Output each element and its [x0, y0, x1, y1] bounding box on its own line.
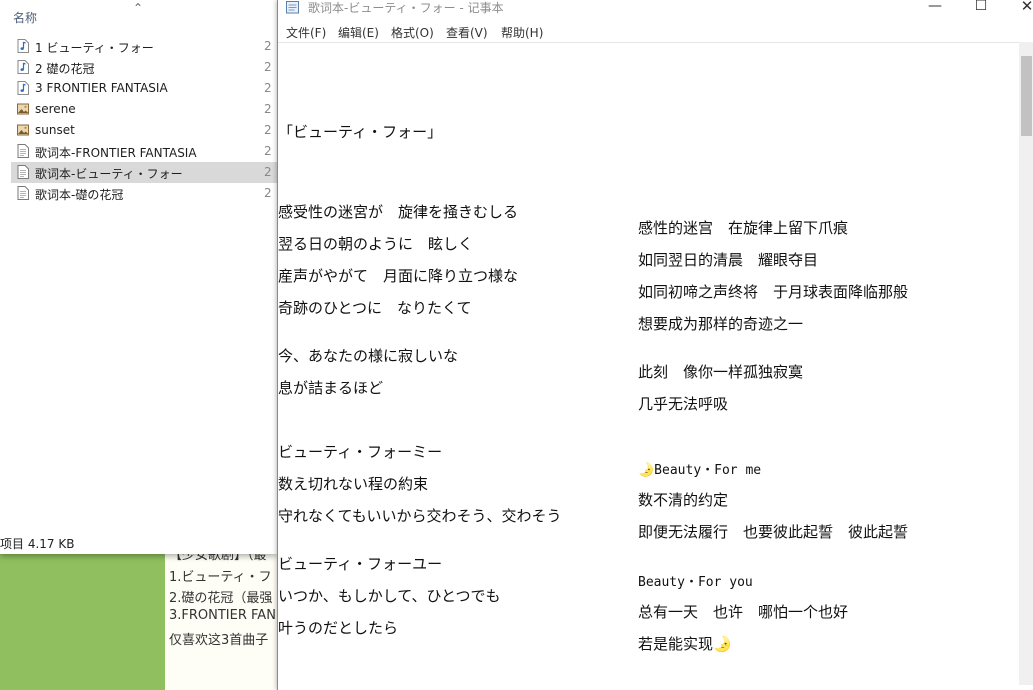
menu-edit[interactable]: 编辑(E): [338, 24, 379, 41]
chinese-lyric-line: 感性的迷宫 在旋律上留下爪痕: [638, 219, 849, 237]
background-doc-line: 3.FRONTIER FAN: [169, 608, 276, 623]
file-name: 2 礎の花冠: [35, 62, 95, 76]
chinese-lyric-line: 如同翌日的清晨 耀眼夺目: [638, 251, 819, 269]
file-name: 1 ビューティ・フォー: [35, 41, 154, 55]
chinese-lyric-line: 即便无法履行 也要彼此起誓 彼此起誓: [638, 523, 909, 541]
file-item[interactable]: 1 ビューティ・フォー: [11, 36, 277, 57]
status-bar: 项目 4.17 KB: [0, 537, 75, 551]
notepad-window: 歌词本-ビューティ・フォー - 记事本 — ☐ ✕ 文件(F) 编辑(E) 格式…: [277, 0, 1033, 690]
image-file-icon: [17, 103, 29, 115]
music-file-icon: [17, 81, 29, 95]
menu-view[interactable]: 查看(V): [446, 24, 488, 41]
truncated-column-value: 2: [264, 81, 272, 95]
file-name: 3 FRONTIER FANTASIA: [35, 81, 168, 95]
truncated-column-value: 2: [264, 39, 272, 53]
japanese-lyric-line: 翌る日の朝のように 眩しく: [278, 235, 474, 253]
scrollbar-thumb[interactable]: [1021, 56, 1032, 136]
file-item[interactable]: 歌词本-FRONTIER FANTASIA: [11, 141, 277, 162]
file-item[interactable]: sunset: [11, 120, 277, 141]
column-header[interactable]: 名称 ⌃: [0, 0, 277, 34]
file-name: 歌词本-FRONTIER FANTASIA: [35, 146, 197, 160]
japanese-lyric-line: 産声がやがて 月面に降り立つ様な: [278, 267, 519, 285]
chinese-lyric-line: 几乎无法呼吸: [638, 395, 729, 413]
sort-ascending-icon: ⌃: [133, 1, 144, 15]
japanese-lyric-line: 叶うのだとしたら: [278, 619, 399, 637]
japanese-lyric-line: いつか、もしかして、ひとつでも: [278, 587, 501, 605]
text-file-icon: [17, 165, 29, 179]
file-name: sunset: [35, 123, 75, 137]
truncated-column-value: 2: [264, 165, 272, 179]
japanese-lyric-line: 奇跡のひとつに なりたくて: [278, 299, 472, 317]
file-name: 歌词本-ビューティ・フォー: [35, 167, 183, 181]
background-document: 【少女歌剧】（最 1.ビューティ・フ 2.礎の花冠（最强 3.FRONTIER …: [165, 554, 278, 690]
desktop-background: [0, 554, 165, 690]
background-doc-line: 2.礎の花冠（最强: [169, 591, 273, 606]
close-button[interactable]: ✕: [1004, 0, 1033, 14]
chinese-lyric-line: 如同初啼之声终将 于月球表面降临那般: [638, 283, 909, 301]
chinese-lyric-line: Beauty・For you: [638, 575, 753, 590]
text-editor-area[interactable]: 「ビューティ・フォー」 感受性の迷宮が 旋律を掻きむしる 翌る日の朝のように 眩…: [278, 42, 1019, 686]
menu-help[interactable]: 帮助(H): [501, 24, 543, 41]
file-item[interactable]: 3 FRONTIER FANTASIA: [11, 78, 277, 99]
minimize-button[interactable]: —: [912, 0, 958, 14]
background-doc-line: 【少女歌剧】（最: [169, 554, 267, 563]
music-file-icon: [17, 60, 29, 74]
truncated-column-value: 2: [264, 144, 272, 158]
truncated-column-value: 2: [264, 186, 272, 200]
japanese-lyric-line: ビューティ・フォーユー: [278, 555, 443, 573]
japanese-lyric-line: 数え切れない程の約束: [278, 475, 429, 493]
song-title: 「ビューティ・フォー」: [278, 123, 443, 141]
text-file-icon: [17, 144, 29, 158]
menu-file[interactable]: 文件(F): [286, 24, 326, 41]
maximize-button[interactable]: ☐: [958, 0, 1004, 14]
file-item[interactable]: serene: [11, 99, 277, 120]
japanese-lyric-line: ビューティ・フォーミー: [278, 443, 443, 461]
truncated-column-value: 2: [264, 123, 272, 137]
file-item-selected[interactable]: 歌词本-ビューティ・フォー: [11, 162, 277, 183]
japanese-lyric-line: 息が詰まるほど: [278, 379, 384, 397]
chinese-lyric-line: 若是能实现🌛: [638, 635, 732, 653]
truncated-column-value: 2: [264, 102, 272, 116]
window-title: 歌词本-ビューティ・フォー - 记事本: [308, 1, 504, 15]
chinese-lyric-line: 想要成为那样的奇迹之一: [638, 315, 804, 333]
chinese-lyric-line: 此刻 像你一样孤独寂寞: [638, 363, 804, 381]
background-doc-line: 仅喜欢这3首曲子: [169, 633, 269, 648]
file-name: 歌词本-礎の花冠: [35, 188, 124, 202]
chinese-lyric-line: 总有一天 也许 哪怕一个也好: [638, 603, 849, 621]
menu-format[interactable]: 格式(O): [391, 24, 434, 41]
notepad-icon: [286, 1, 299, 14]
japanese-lyric-line: 感受性の迷宮が 旋律を掻きむしる: [278, 203, 519, 221]
truncated-column-value: 2: [264, 60, 272, 74]
file-item[interactable]: 歌词本-礎の花冠: [11, 183, 277, 204]
file-name: serene: [35, 102, 76, 116]
text-file-icon: [17, 186, 29, 200]
file-explorer-window: 名称 ⌃ 1 ビューティ・フォー 2 礎の花冠 3 FRONTIER FANTA…: [0, 0, 277, 554]
column-name-header[interactable]: 名称: [13, 9, 37, 26]
image-file-icon: [17, 124, 29, 136]
music-file-icon: [17, 39, 29, 53]
file-item[interactable]: 2 礎の花冠: [11, 57, 277, 78]
japanese-lyric-line: 今、あなたの様に寂しいな: [278, 347, 459, 365]
menu-bar: 文件(F) 编辑(E) 格式(O) 查看(V) 帮助(H): [278, 22, 1033, 42]
chinese-lyric-line: 数不清的约定: [638, 491, 729, 509]
background-doc-line: 1.ビューティ・フ: [169, 570, 272, 585]
vertical-scrollbar[interactable]: [1019, 42, 1033, 685]
chinese-lyric-line: 🌛Beauty・For me: [638, 463, 762, 478]
japanese-lyric-line: 守れなくてもいいから交わそう、交わそう: [278, 507, 562, 525]
